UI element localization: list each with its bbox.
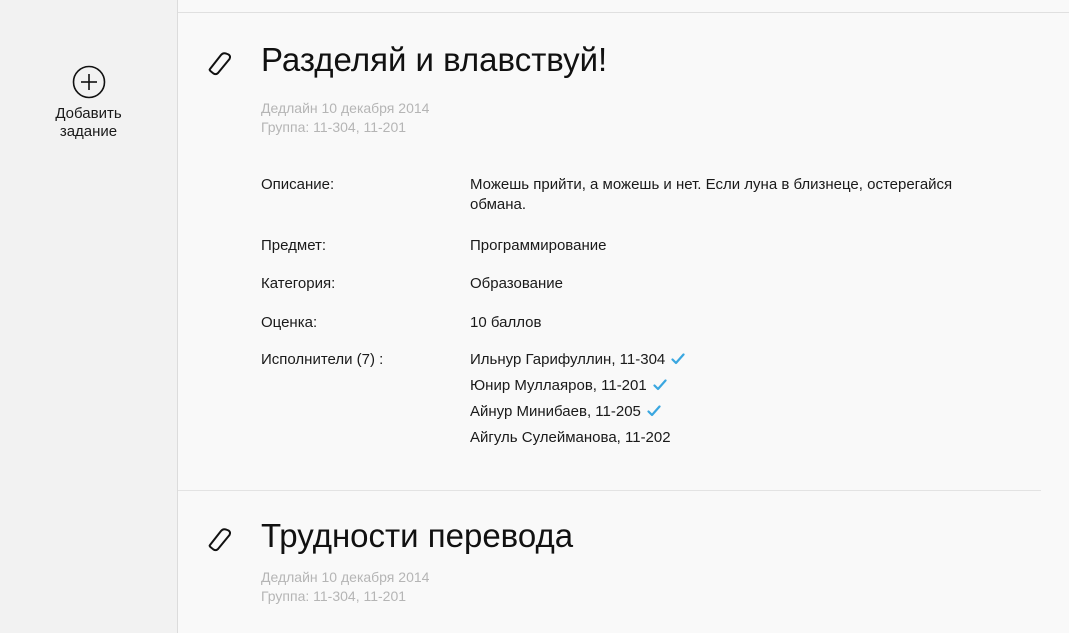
- add-task-label: Добавить задание: [55, 105, 122, 140]
- performer-item: Айгуль Сулейманова, 11-202: [470, 428, 980, 454]
- check-icon: [653, 379, 667, 391]
- subject-value: Программирование: [470, 237, 607, 254]
- task-group: Группа: 11-304, 11-201: [261, 588, 407, 604]
- sidebar: Добавить задание: [0, 0, 178, 633]
- task-card: Трудности перевода Дедлайн 10 декабря 20…: [178, 491, 1041, 633]
- performer-item: Юнир Муллаяров, 11-201: [470, 376, 980, 402]
- task-title[interactable]: Трудности перевода: [261, 517, 573, 555]
- category-value: Образование: [470, 275, 563, 292]
- task-group: Группа: 11-304, 11-201: [261, 119, 407, 135]
- task-title[interactable]: Разделяй и влавствуй!: [261, 41, 607, 79]
- task-deadline: Дедлайн 10 декабря 2014: [261, 100, 430, 116]
- performer-name: Айнур Минибаев, 11-205: [470, 403, 641, 420]
- task-deadline: Дедлайн 10 декабря 2014: [261, 569, 430, 585]
- grade-value: 10 баллов: [470, 314, 542, 331]
- subject-label: Предмет:: [261, 237, 327, 254]
- performer-item: Ильнур Гарифуллин, 11-304: [470, 350, 980, 376]
- tag-icon: [208, 528, 232, 552]
- performer-name: Айгуль Сулейманова, 11-202: [470, 429, 671, 446]
- performers-list: Ильнур Гарифуллин, 11-304 Юнир Муллаяров…: [470, 350, 980, 454]
- plus-circle-icon: [72, 65, 105, 99]
- add-task-button[interactable]: Добавить задание: [0, 65, 177, 141]
- task-card: Разделяй и влавствуй! Дедлайн 10 декабря…: [178, 13, 1041, 491]
- check-icon: [647, 405, 661, 417]
- category-label: Категория:: [261, 275, 336, 292]
- check-icon: [671, 353, 685, 365]
- performers-label: Исполнители (7) :: [261, 351, 384, 368]
- description-label: Описание:: [261, 176, 335, 193]
- description-value: Можешь прийти, а можешь и нет. Если луна…: [470, 176, 953, 213]
- performer-name: Ильнур Гарифуллин, 11-304: [470, 351, 666, 368]
- performer-name: Юнир Муллаяров, 11-201: [470, 377, 647, 394]
- grade-label: Оценка:: [261, 314, 318, 331]
- tag-icon: [208, 52, 232, 76]
- performer-item: Айнур Минибаев, 11-205: [470, 402, 980, 428]
